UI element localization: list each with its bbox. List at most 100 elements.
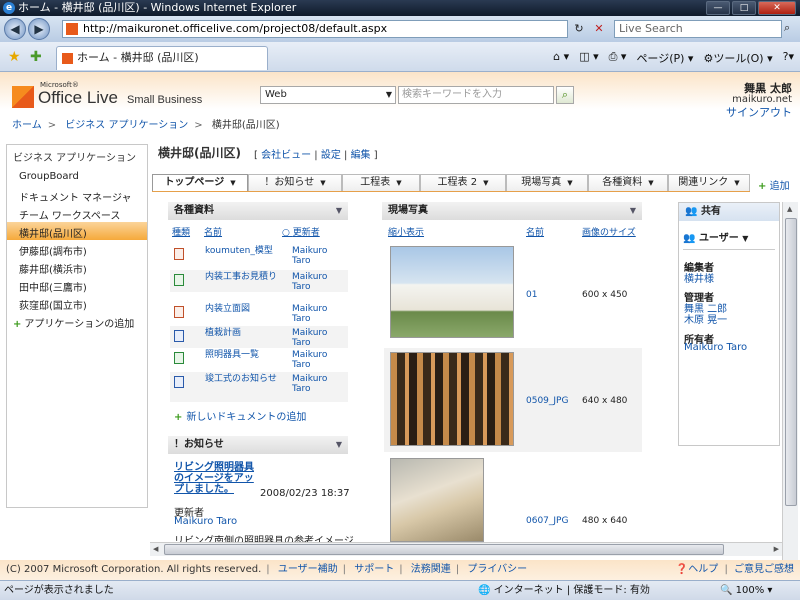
minimize-button[interactable]: — <box>706 1 730 15</box>
help-icon[interactable]: ?▾ <box>783 50 794 66</box>
col-name[interactable]: 名前 <box>204 225 222 238</box>
col-type[interactable]: 種類 <box>172 225 190 238</box>
tab-top-page[interactable]: トップページ ▼ <box>152 174 248 191</box>
tab-site-photos[interactable]: 現場写真 ▼ <box>506 174 588 191</box>
doc-name[interactable]: 竣工式のお知らせ <box>205 374 283 384</box>
table-row[interactable]: koumuten_模型 Maikuro Taro <box>170 244 348 266</box>
house-photo-thumbnail[interactable] <box>390 246 514 338</box>
page-menu[interactable]: ページ(P) ▾ <box>636 50 693 66</box>
tab-documents[interactable]: 各種資料 ▼ <box>588 174 668 191</box>
feeds-icon[interactable]: ◫ ▾ <box>579 50 598 66</box>
webpart-menu-icon[interactable]: ▼ <box>336 436 342 454</box>
keyword-search-input[interactable]: 検索キーワードを入力 <box>398 86 554 104</box>
tools-menu[interactable]: ⚙ツール(O) ▾ <box>703 50 772 66</box>
nav-item-groupboard[interactable]: GroupBoard <box>7 168 147 186</box>
maximize-button[interactable]: □ <box>732 1 756 15</box>
company-view-link[interactable]: 会社ビュー <box>261 150 311 161</box>
footer-accessibility-link[interactable]: ユーザー補助 <box>278 564 338 575</box>
doc-editor[interactable]: Maikuro Taro <box>292 328 346 348</box>
add-favorites-icon[interactable]: ✚ <box>30 49 42 65</box>
table-row[interactable]: 0509_JPG 640 x 480 <box>384 348 642 452</box>
doc-name[interactable]: 植栽計画 <box>205 328 283 338</box>
settings-link[interactable]: 設定 <box>321 150 341 161</box>
scroll-thumb[interactable] <box>164 544 724 555</box>
breadcrumb-business-apps[interactable]: ビジネス アプリケーション <box>65 120 188 131</box>
table-row[interactable]: 照明器具一覧 Maikuro Taro <box>170 348 348 370</box>
webpart-menu-icon[interactable]: ▼ <box>336 202 342 220</box>
doc-editor[interactable]: Maikuro Taro <box>292 272 346 292</box>
signout-link[interactable]: サインアウト <box>726 104 792 120</box>
footer-support-link[interactable]: サポート <box>354 564 394 575</box>
announcement-editor[interactable]: Maikuro Taro <box>174 516 237 527</box>
foundation-photo-thumbnail[interactable] <box>390 458 484 542</box>
col-editor[interactable]: ○ 更新者 <box>282 225 320 238</box>
search-magnifier-icon[interactable]: ⌕ <box>784 21 798 37</box>
announcement-title-link[interactable]: リビング照明器具のイメージをアップしました。 <box>174 462 254 495</box>
address-input[interactable]: http://maikuronet.officelive.com/project… <box>62 20 568 38</box>
doc-editor[interactable]: Maikuro Taro <box>292 374 346 394</box>
footer-feedback-link[interactable]: ご意見ご感想 <box>734 564 794 575</box>
col-image-size[interactable]: 画像のサイズ <box>582 225 636 238</box>
refresh-icon[interactable]: ↻ <box>570 20 588 38</box>
tab-related-links[interactable]: 関連リンク ▼ <box>668 174 750 191</box>
doc-name[interactable]: 内装工事お見積り <box>205 272 283 282</box>
table-row[interactable]: 01 600 x 450 <box>384 242 642 342</box>
photo-name[interactable]: 0607_JPG <box>526 516 568 526</box>
back-button[interactable]: ◀ <box>4 18 26 40</box>
nav-item-doc-manager[interactable]: ドキュメント マネージャ <box>7 186 147 204</box>
scroll-thumb[interactable] <box>785 218 797 506</box>
footer-help-link[interactable]: ヘルプ <box>688 564 718 575</box>
table-row[interactable]: 植栽計画 Maikuro Taro <box>170 326 348 348</box>
vertical-scrollbar[interactable]: ▲ ▼ <box>782 202 798 600</box>
security-zone[interactable]: 🌐 インターネット | 保護モード: 有効 <box>478 581 650 600</box>
scroll-up-icon[interactable]: ▲ <box>787 205 792 213</box>
table-row[interactable]: 0607_JPG 480 x 640 <box>384 456 642 542</box>
framing-photo-thumbnail[interactable] <box>390 352 514 446</box>
table-row[interactable]: 竣工式のお知らせ Maikuro Taro <box>170 372 348 402</box>
table-row[interactable]: 内装立面図 Maikuro Taro <box>170 302 348 324</box>
person-link[interactable]: 横井様 <box>684 270 714 285</box>
doc-editor[interactable]: Maikuro Taro <box>292 304 346 324</box>
tab-schedule[interactable]: 工程表 ▼ <box>342 174 420 191</box>
add-page-link[interactable]: + 追加 <box>758 177 790 192</box>
horizontal-scrollbar[interactable]: ◀ ▶ <box>150 542 782 556</box>
doc-name[interactable]: 内装立面図 <box>205 304 283 314</box>
col-thumbnail[interactable]: 縮小表示 <box>388 225 424 238</box>
search-go-icon[interactable]: ⌕ <box>556 86 574 104</box>
footer-privacy-link[interactable]: プライバシー <box>467 564 527 575</box>
doc-editor[interactable]: Maikuro Taro <box>292 350 346 370</box>
doc-name[interactable]: 照明器具一覧 <box>205 350 283 360</box>
browser-tab-active[interactable]: ホーム - 横井邸 (品川区) <box>56 46 268 70</box>
nav-title[interactable]: ビジネス アプリケーション <box>7 145 147 168</box>
print-icon[interactable]: ⎙ ▾ <box>609 50 627 66</box>
edit-link[interactable]: 編集 <box>351 150 371 161</box>
doc-name[interactable]: koumuten_模型 <box>205 246 283 256</box>
favorites-star-icon[interactable]: ★ <box>8 49 21 65</box>
nav-item-ogikubo[interactable]: 荻窪邸(国立市) <box>7 294 147 312</box>
nav-item-ito[interactable]: 伊藤邸(調布市) <box>7 240 147 258</box>
person-link[interactable]: Maikuro Taro <box>684 342 747 353</box>
webpart-menu-icon[interactable]: ▼ <box>630 202 636 220</box>
zoom-level[interactable]: 🔍 100% ▾ <box>720 581 772 600</box>
nav-item-fujii[interactable]: 藤井邸(横浜市) <box>7 258 147 276</box>
add-document-link[interactable]: + 新しいドキュメントの追加 <box>174 408 306 423</box>
photo-name[interactable]: 01 <box>526 290 537 300</box>
table-row[interactable]: 内装工事お見積り Maikuro Taro <box>170 270 348 292</box>
breadcrumb-home[interactable]: ホーム <box>12 120 42 131</box>
user-menu[interactable]: 👥 ユーザー ▼ <box>683 229 748 244</box>
tab-announcements[interactable]: ！お知らせ ▼ <box>248 174 342 191</box>
stop-icon[interactable]: ✕ <box>590 20 608 38</box>
col-photo-name[interactable]: 名前 <box>526 225 544 238</box>
scroll-left-icon[interactable]: ◀ <box>153 545 158 553</box>
home-icon[interactable]: ⌂ ▾ <box>553 50 569 66</box>
nav-item-yokoi[interactable]: 横井邸(品川区) <box>7 222 147 240</box>
live-search-input[interactable]: Live Search <box>614 20 782 38</box>
forward-button[interactable]: ▶ <box>28 18 50 40</box>
search-scope-select[interactable]: Web ▼ <box>260 86 396 104</box>
footer-legal-link[interactable]: 法務関連 <box>411 564 451 575</box>
nav-item-team-workspace[interactable]: チーム ワークスペース <box>7 204 147 222</box>
doc-editor[interactable]: Maikuro Taro <box>292 246 346 266</box>
person-link[interactable]: 木原 晃一 <box>684 311 727 326</box>
tab-schedule-2[interactable]: 工程表 2 ▼ <box>420 174 506 191</box>
add-application-link[interactable]: + アプリケーションの追加 <box>7 312 147 333</box>
